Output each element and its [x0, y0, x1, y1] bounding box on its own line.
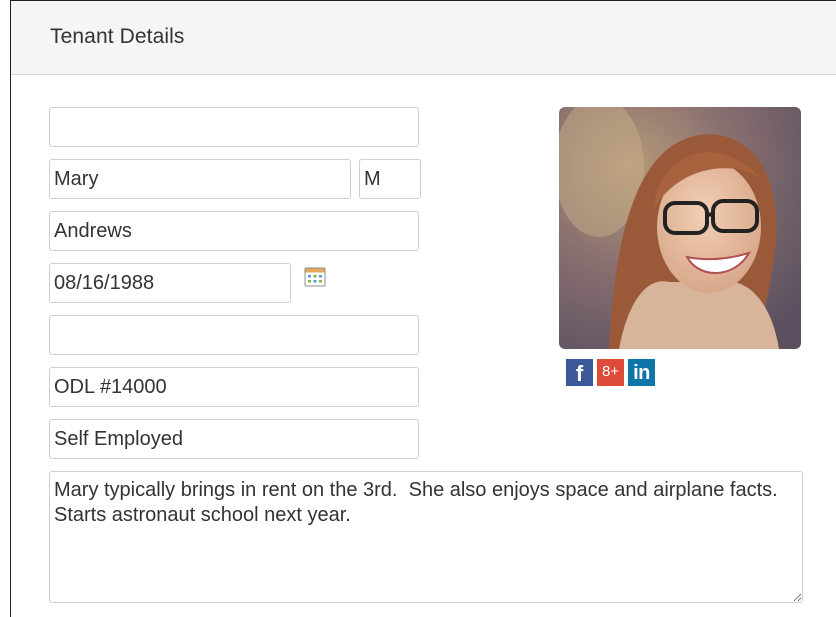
last-name-field[interactable] [49, 211, 419, 251]
employment-field[interactable] [49, 419, 419, 459]
first-name-field[interactable] [49, 159, 351, 199]
google-plus-icon[interactable]: 8+ [597, 359, 624, 386]
panel-title: Tenant Details [50, 25, 185, 48]
blank-field-1[interactable] [49, 107, 419, 147]
linkedin-icon[interactable]: in [628, 359, 655, 386]
blank-field-2[interactable] [49, 315, 419, 355]
notes-textarea[interactable]: Mary typically brings in rent on the 3rd… [49, 471, 803, 603]
birth-date-field[interactable] [49, 263, 291, 303]
panel-header: Tenant Details [11, 1, 836, 75]
calendar-icon[interactable] [304, 267, 326, 287]
tenant-details-panel: Tenant Details Mary typically brings in … [10, 0, 836, 617]
license-field[interactable] [49, 367, 419, 407]
middle-initial-field[interactable] [359, 159, 421, 199]
tenant-photo [559, 107, 801, 349]
facebook-icon[interactable]: f [566, 359, 593, 386]
